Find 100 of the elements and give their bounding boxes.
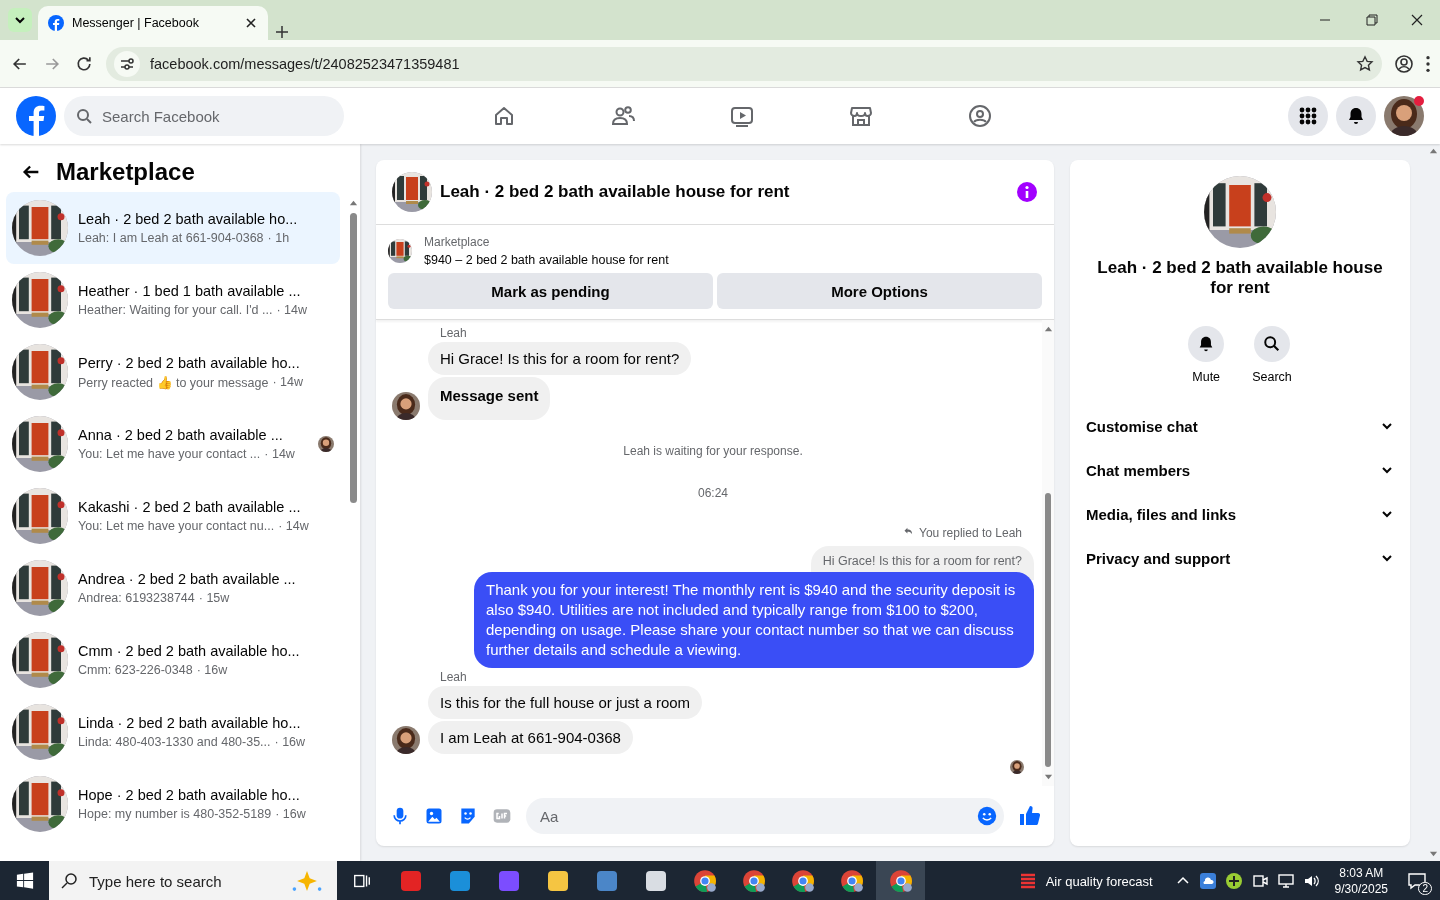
scroll-up-icon	[348, 198, 358, 207]
bookmark-star-icon	[1356, 54, 1374, 73]
thumbs-up-icon	[1018, 804, 1042, 828]
emoji-icon	[976, 805, 998, 827]
taskbar-search-field[interactable]: Type here to search	[87, 871, 279, 891]
weather-text[interactable]: Air quality forecast	[1045, 873, 1153, 889]
app-icon	[447, 869, 472, 893]
plus-badge-icon	[1224, 872, 1243, 890]
conversation-item[interactable]: Kakashi · 2 bed 2 bath available ... You: Let me have your contact nu... · 14w	[6, 480, 340, 552]
conversation-name: Leah · 2 bed 2 bath available house for rent	[1096, 258, 1384, 298]
clock-time[interactable]: 8:03 AM	[1334, 865, 1388, 881]
message-preview: Leah: I am Leah at 661-904-0368	[78, 231, 264, 245]
group-icon	[967, 104, 992, 128]
browser-button[interactable]	[876, 861, 925, 900]
gif-icon	[492, 806, 512, 826]
browser-icon	[691, 868, 718, 894]
facebook-logo-icon	[48, 15, 64, 31]
listing-summary: $940 – 2 bed 2 bath available house for rent	[424, 253, 669, 267]
message-preview: Heather: Waiting for your call. I'd ...	[78, 303, 273, 317]
listing-source: Marketplace	[424, 235, 491, 249]
notifications-button[interactable]	[1336, 96, 1376, 136]
chat-title: Leah · 2 bed 2 bath available house for rent	[440, 182, 791, 202]
scroll-down-icon	[1043, 773, 1053, 782]
message-time: · 14w	[272, 374, 303, 390]
search-field[interactable]: Search Facebook	[64, 96, 344, 136]
action-button[interactable]: Mark as pending	[388, 273, 713, 309]
taskbar-search-field[interactable]: Type here to search	[49, 861, 337, 900]
shop-icon	[848, 104, 873, 128]
conversation-item[interactable]: Andrea · 2 bed 2 bath available ... Andrea: 6193238744 · 15w	[6, 552, 340, 624]
bell-icon	[1346, 106, 1366, 126]
conversation-title: Hope · 2 bed 2 bath available ho...	[78, 787, 301, 803]
sender-name: Leah	[440, 326, 468, 340]
conversation-item[interactable]: Linda · 2 bed 2 bath available ho... Linda: 480-403-1330 and 480-35... · 16w	[6, 696, 340, 768]
sidebar-title: Marketplace	[56, 158, 195, 186]
browser-tab[interactable]: Messenger | Facebook	[38, 6, 268, 40]
app-icon	[545, 869, 570, 893]
status-dot	[1414, 96, 1424, 106]
search-icon	[76, 108, 92, 124]
conversation-title: Anna · 2 bed 2 bath available ...	[78, 427, 284, 443]
app-icon	[643, 869, 668, 893]
close-icon	[244, 16, 258, 30]
meet-icon	[1250, 872, 1269, 890]
scrollbar-thumb[interactable]	[349, 213, 357, 503]
notification-icon	[1407, 871, 1427, 891]
message-bubble: Hi Grace! Is this for a room for rent?	[428, 342, 692, 375]
video-play-icon	[729, 104, 754, 128]
more-icon[interactable]	[1426, 55, 1430, 72]
microphone-icon	[390, 806, 410, 826]
scroll-up-icon	[1043, 324, 1053, 333]
conversation-item[interactable]: Heather · 1 bed 1 bath available ... Heather: Waiting for your call. I'd ... · 14w	[6, 264, 340, 336]
message-preview: Perry reacted 👍 to your message	[78, 374, 269, 390]
browser-icon	[838, 868, 865, 894]
action-button[interactable]: More Options	[717, 273, 1042, 309]
search-icon	[1263, 335, 1281, 353]
browser-icon	[789, 868, 816, 894]
section-toggle[interactable]: Privacy and support	[1086, 536, 1394, 580]
message-time: · 16w	[275, 807, 306, 821]
clock-date[interactable]: 9/30/2025	[1334, 881, 1388, 897]
message-time: · 16w	[196, 663, 228, 677]
message-preview: Linda: 480-403-1330 and 480-35...	[78, 735, 271, 749]
reply-note: You replied to Leah	[919, 526, 1022, 540]
message-input[interactable]: Aa	[526, 798, 1004, 834]
section-toggle[interactable]: Media, files and links	[1086, 492, 1394, 536]
section-toggle[interactable]: Chat members	[1086, 448, 1394, 492]
message-time: · 14w	[278, 519, 309, 533]
cloud-icon	[1198, 872, 1217, 890]
scroll-down-icon	[1428, 850, 1438, 859]
conversation-title: Linda · 2 bed 2 bath available ho...	[78, 715, 302, 731]
browser-icon	[740, 868, 767, 894]
conversation-item[interactable]: Leah · 2 bed 2 bath available ho... Leah: I am Leah at 661-904-0368 · 1h	[6, 192, 340, 264]
conversation-item[interactable]: Cmm · 2 bed 2 bath available ho... Cmm: 623-226-0348 · 16w	[6, 624, 340, 696]
notification-count: 2	[1418, 882, 1432, 895]
info-icon	[1016, 181, 1038, 203]
conversation-item[interactable]: Anna · 2 bed 2 bath available ... You: Let me have your contact ... · 14w	[6, 408, 340, 480]
message-time: · 16w	[274, 735, 306, 749]
conversation-item[interactable]: Hope · 2 bed 2 bath available ho... Hope: my number is 480-352-5189 · 16w	[6, 768, 340, 840]
message-bubble: I am Leah at 661-904-0368	[428, 721, 633, 754]
tab-list-button[interactable]	[8, 8, 32, 32]
app-icon	[496, 869, 521, 893]
profile-icon	[1394, 53, 1414, 74]
grid-menu-icon	[1298, 106, 1318, 126]
tab-title: Messenger | Facebook	[72, 16, 200, 30]
photo-icon	[424, 806, 444, 826]
conversation-item[interactable]: Perry · 2 bed 2 bath available ho... Perry reacted 👍 to your message · 14w	[6, 336, 340, 408]
section-toggle[interactable]: Customise chat	[1086, 404, 1394, 448]
menu-button[interactable]	[1288, 96, 1328, 136]
message-time: · 1h	[267, 231, 290, 245]
site-settings-icon[interactable]	[114, 50, 140, 77]
search-field[interactable]: Search Facebook	[100, 106, 332, 126]
sender-name: Leah	[440, 670, 468, 684]
conversation-title: Heather · 1 bed 1 bath available ...	[78, 283, 302, 299]
message-bubble: Message sent	[428, 377, 551, 420]
facebook-logo-icon	[16, 96, 56, 136]
browser-icon	[887, 868, 914, 894]
conversation-title: Cmm · 2 bed 2 bath available ho...	[78, 643, 301, 659]
network-icon	[1276, 872, 1295, 890]
scrollbar-thumb[interactable]	[1045, 493, 1051, 767]
message-input[interactable]: Aa	[538, 806, 976, 826]
message-preview: Cmm: 623-226-0348	[78, 663, 193, 677]
message-preview: Hope: my number is 480-352-5189	[78, 807, 272, 821]
